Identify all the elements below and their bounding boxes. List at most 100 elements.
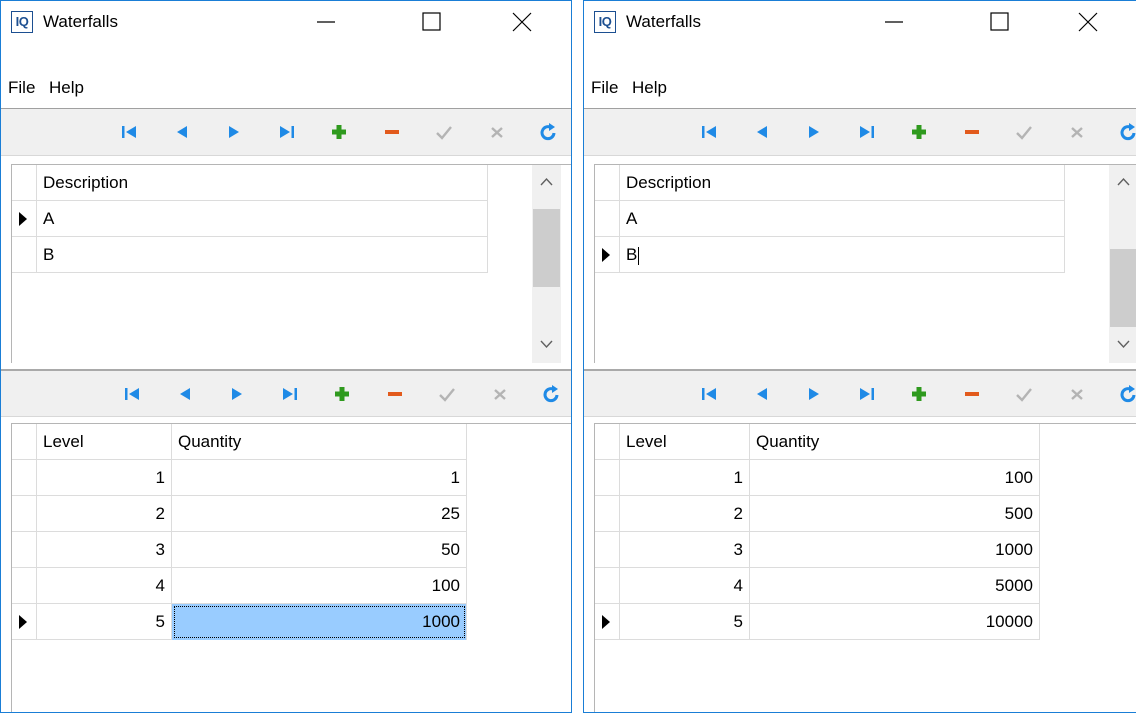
column-header-description[interactable]: Description: [37, 165, 488, 201]
menu-help[interactable]: Help: [632, 78, 667, 98]
last-icon[interactable]: [279, 383, 301, 405]
cell-quantity[interactable]: 1: [172, 460, 467, 496]
column-header-level[interactable]: Level: [620, 424, 750, 460]
detail-row[interactable]: 4 100: [12, 568, 467, 604]
cell-quantity[interactable]: 25: [172, 496, 467, 532]
master-row[interactable]: B: [12, 237, 488, 273]
cell-description[interactable]: A: [37, 201, 488, 237]
cell-quantity[interactable]: 1000: [172, 604, 467, 640]
master-row[interactable]: A: [12, 201, 488, 237]
scroll-thumb[interactable]: [533, 209, 560, 287]
detail-row[interactable]: 5 10000: [595, 604, 1040, 640]
cell-quantity[interactable]: 100: [750, 460, 1040, 496]
cell-description-editing[interactable]: B: [620, 237, 1065, 273]
detail-grid[interactable]: Level Quantity 1 1 2 25 3 50 4 100 5 1000: [11, 423, 571, 712]
delete-icon[interactable]: [381, 121, 403, 143]
insert-icon[interactable]: [908, 121, 930, 143]
cell-level[interactable]: 2: [620, 496, 750, 532]
title-bar[interactable]: IQ Waterfalls: [584, 1, 1136, 43]
cell-quantity[interactable]: 5000: [750, 568, 1040, 604]
cell-description[interactable]: A: [620, 201, 1065, 237]
prior-icon[interactable]: [174, 383, 196, 405]
first-icon[interactable]: [698, 383, 720, 405]
title-bar[interactable]: IQ Waterfalls: [1, 1, 571, 43]
cell-edit-text[interactable]: B: [626, 245, 637, 264]
post-icon[interactable]: [1013, 383, 1035, 405]
cell-level[interactable]: 4: [620, 568, 750, 604]
refresh-icon[interactable]: [538, 121, 560, 143]
maximize-button[interactable]: [406, 1, 456, 41]
close-button[interactable]: [1062, 1, 1112, 41]
master-grid[interactable]: Description A B: [11, 164, 571, 363]
first-icon[interactable]: [698, 121, 720, 143]
detail-row[interactable]: 1 100: [595, 460, 1040, 496]
cell-quantity[interactable]: 50: [172, 532, 467, 568]
column-header-level[interactable]: Level: [37, 424, 172, 460]
delete-icon[interactable]: [961, 121, 983, 143]
scroll-up-icon[interactable]: [1109, 171, 1136, 193]
detail-grid[interactable]: Level Quantity 1 100 2 500 3 1000 4 5000 5 10000: [594, 423, 1136, 712]
close-button[interactable]: [496, 1, 546, 41]
cancel-icon[interactable]: [486, 121, 508, 143]
post-icon[interactable]: [436, 383, 458, 405]
column-header-quantity[interactable]: Quantity: [750, 424, 1040, 460]
next-icon[interactable]: [803, 383, 825, 405]
last-icon[interactable]: [856, 383, 878, 405]
next-icon[interactable]: [223, 121, 245, 143]
first-icon[interactable]: [118, 121, 140, 143]
detail-row[interactable]: 2 25: [12, 496, 467, 532]
scroll-down-icon[interactable]: [1109, 333, 1136, 355]
insert-icon[interactable]: [908, 383, 930, 405]
minimize-button[interactable]: [301, 1, 351, 41]
detail-row[interactable]: 2 500: [595, 496, 1040, 532]
column-header-quantity[interactable]: Quantity: [172, 424, 467, 460]
menu-file[interactable]: File: [8, 78, 35, 98]
prior-icon[interactable]: [171, 121, 193, 143]
insert-icon[interactable]: [328, 121, 350, 143]
cell-level[interactable]: 5: [620, 604, 750, 640]
maximize-button[interactable]: [974, 1, 1024, 41]
scroll-thumb[interactable]: [1110, 249, 1136, 327]
cell-description[interactable]: B: [37, 237, 488, 273]
refresh-icon[interactable]: [1118, 121, 1136, 143]
delete-icon[interactable]: [384, 383, 406, 405]
master-row[interactable]: A: [595, 201, 1065, 237]
first-icon[interactable]: [121, 383, 143, 405]
cell-level[interactable]: 3: [37, 532, 172, 568]
minimize-button[interactable]: [869, 1, 919, 41]
next-icon[interactable]: [226, 383, 248, 405]
cell-level[interactable]: 3: [620, 532, 750, 568]
refresh-icon[interactable]: [1118, 383, 1136, 405]
column-header-description[interactable]: Description: [620, 165, 1065, 201]
vertical-scrollbar[interactable]: [532, 165, 561, 363]
cell-quantity[interactable]: 100: [172, 568, 467, 604]
detail-row[interactable]: 3 1000: [595, 532, 1040, 568]
post-icon[interactable]: [1013, 121, 1035, 143]
scroll-down-icon[interactable]: [532, 333, 561, 355]
vertical-scrollbar[interactable]: [1109, 165, 1136, 363]
cell-quantity[interactable]: 500: [750, 496, 1040, 532]
cell-level[interactable]: 1: [37, 460, 172, 496]
prior-icon[interactable]: [751, 121, 773, 143]
cell-level[interactable]: 4: [37, 568, 172, 604]
menu-file[interactable]: File: [591, 78, 618, 98]
next-icon[interactable]: [803, 121, 825, 143]
scroll-up-icon[interactable]: [532, 171, 561, 193]
refresh-icon[interactable]: [541, 383, 563, 405]
cancel-icon[interactable]: [1066, 383, 1088, 405]
prior-icon[interactable]: [751, 383, 773, 405]
last-icon[interactable]: [276, 121, 298, 143]
cell-level[interactable]: 1: [620, 460, 750, 496]
master-grid[interactable]: Description A B: [594, 164, 1136, 363]
menu-help[interactable]: Help: [49, 78, 84, 98]
cell-level[interactable]: 2: [37, 496, 172, 532]
delete-icon[interactable]: [961, 383, 983, 405]
master-row[interactable]: B: [595, 237, 1065, 273]
post-icon[interactable]: [433, 121, 455, 143]
cancel-icon[interactable]: [489, 383, 511, 405]
insert-icon[interactable]: [331, 383, 353, 405]
detail-row[interactable]: 5 1000: [12, 604, 467, 640]
last-icon[interactable]: [856, 121, 878, 143]
cell-quantity[interactable]: 1000: [750, 532, 1040, 568]
cancel-icon[interactable]: [1066, 121, 1088, 143]
